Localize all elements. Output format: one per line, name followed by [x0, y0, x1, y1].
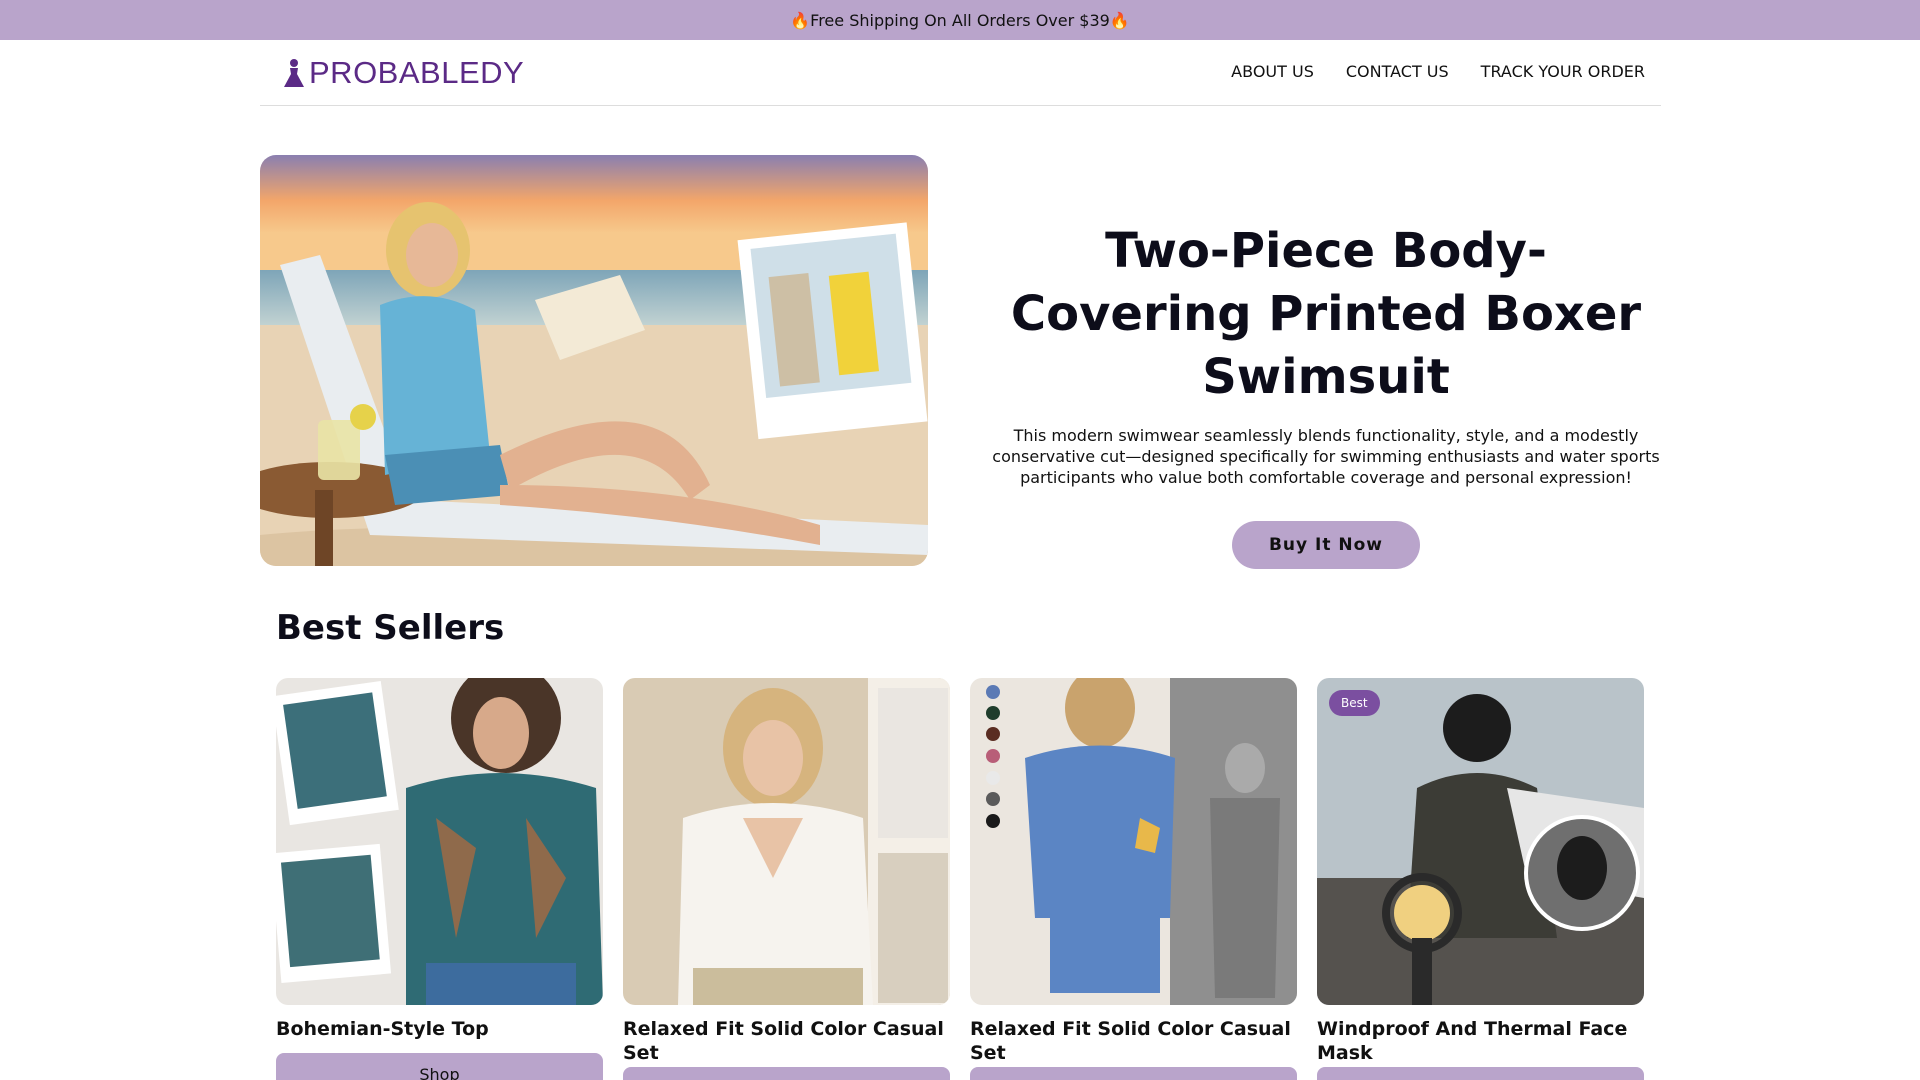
hero-image[interactable] [260, 155, 928, 566]
best-sellers-grid: Bohemian-Style Top Shop Relaxed Fit Soli… [276, 678, 1644, 1080]
brand-logo[interactable]: PROBABLEDY [283, 56, 524, 90]
announcement-bar: 🔥Free Shipping On All Orders Over $39🔥 [0, 0, 1920, 40]
product-image[interactable] [623, 678, 950, 1005]
product-title[interactable]: Relaxed Fit Solid Color Casual Set [970, 1017, 1297, 1065]
shop-button[interactable]: Shop [970, 1067, 1297, 1080]
shop-button[interactable]: Shop [276, 1052, 603, 1080]
product-title[interactable]: Windproof And Thermal Face Mask [1317, 1017, 1644, 1065]
best-sellers-title: Best Sellers [276, 608, 505, 648]
announcement-text: 🔥Free Shipping On All Orders Over $39🔥 [790, 10, 1130, 30]
hero-title: Two-Piece Body-Covering Printed Boxer Sw… [1010, 223, 1642, 405]
shop-button[interactable]: Shop [623, 1067, 950, 1080]
product-image[interactable] [970, 678, 1297, 1005]
product-card[interactable]: Bohemian-Style Top Shop [276, 678, 603, 1080]
product-card[interactable]: Best Windproof And Thermal Face Mask Sho… [1317, 678, 1644, 1080]
product-card[interactable]: Relaxed Fit Solid Color Casual Set Shop [623, 678, 950, 1080]
site-header: PROBABLEDY ABOUT US CONTACT US TRACK YOU… [260, 40, 1661, 106]
main-nav: ABOUT US CONTACT US TRACK YOUR ORDER [1231, 62, 1645, 81]
nav-about-us[interactable]: ABOUT US [1231, 62, 1314, 81]
brand-name: PROBABLEDY [309, 55, 525, 90]
shop-button[interactable]: Shop [1317, 1067, 1644, 1080]
nav-contact-us[interactable]: CONTACT US [1346, 62, 1449, 81]
nav-track-order[interactable]: TRACK YOUR ORDER [1481, 62, 1645, 81]
best-badge: Best [1329, 690, 1380, 716]
product-title[interactable]: Relaxed Fit Solid Color Casual Set [623, 1017, 950, 1065]
product-card[interactable]: Relaxed Fit Solid Color Casual Set Shop [970, 678, 1297, 1080]
product-image[interactable]: Best [1317, 678, 1644, 1005]
buy-it-now-button[interactable]: Buy It Now [1232, 521, 1420, 569]
product-image[interactable] [276, 678, 603, 1005]
dress-icon [284, 59, 304, 87]
hero-description: This modern swimwear seamlessly blends f… [992, 426, 1660, 487]
hero-content: Two-Piece Body-Covering Printed Boxer Sw… [988, 220, 1664, 569]
